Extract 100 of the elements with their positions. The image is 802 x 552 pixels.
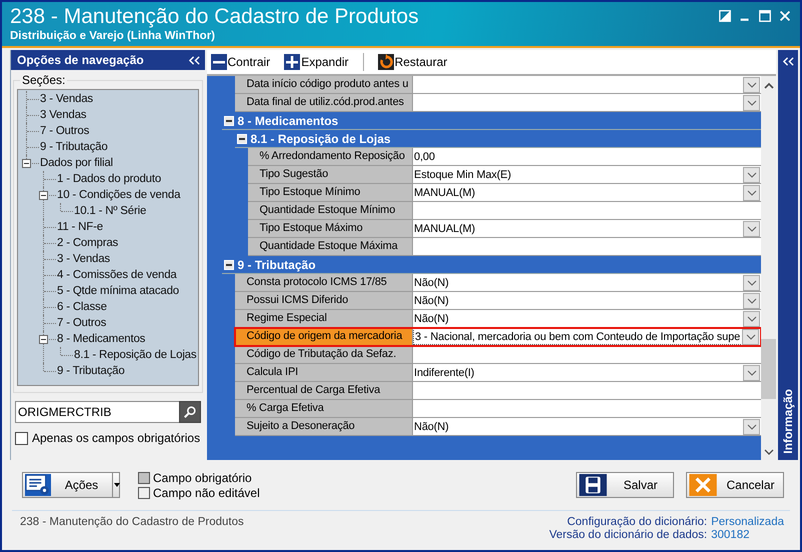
section-header[interactable]: 8 - Medicamentos (222, 112, 762, 130)
dropdown-button[interactable] (743, 418, 760, 434)
property-value[interactable]: Não(N) (413, 274, 762, 291)
tree-item[interactable]: 4 - Comissões de venda (56, 269, 177, 281)
cancel-button[interactable]: Cancelar (686, 472, 784, 498)
search-field[interactable]: ORIGMERCTRIB (15, 401, 178, 423)
tree-item[interactable]: 8 - Medicamentos (56, 333, 146, 345)
toolbar-button[interactable]: Contrair (210, 54, 270, 70)
checkbox[interactable] (15, 432, 28, 444)
property-row[interactable]: Calcula IPI Indiferente(I) (234, 364, 762, 382)
actions-button[interactable]: Ações (22, 472, 120, 498)
dropdown-button[interactable] (743, 310, 760, 326)
scroll-thumb[interactable] (761, 339, 776, 399)
property-row[interactable]: Tipo Sugestão Estoque Min Max(E) (248, 166, 762, 184)
property-value[interactable]: Não(N) (413, 310, 762, 327)
property-row[interactable]: Código de Tributação da Sefaz. (234, 346, 762, 364)
expand-left-icon[interactable] (782, 56, 795, 67)
tree-item[interactable]: 6 - Classe (56, 301, 107, 313)
dropdown-button[interactable] (743, 94, 760, 110)
property-row[interactable]: Tipo Estoque Máximo MANUAL(M) (248, 220, 762, 238)
dropdown-button[interactable] (743, 166, 760, 182)
property-label: % Carga Efetiva (234, 400, 414, 417)
property-row[interactable]: Código de origem da mercadoria 3 - Nacional, mercadoria ou bem com Conteudo de Importação supe (234, 328, 762, 346)
property-row[interactable]: % Arredondamento Reposição 0,00 (248, 148, 762, 166)
search-button[interactable] (178, 401, 200, 423)
minus-icon (210, 54, 226, 70)
property-label: Código de origem da mercadoria (234, 328, 414, 345)
dropdown-caret-icon[interactable] (112, 473, 119, 497)
save-button[interactable]: Salvar (576, 472, 674, 498)
property-value[interactable]: Não(N) (413, 292, 762, 309)
tree-item[interactable]: 3 Vendas (39, 109, 86, 121)
expander-icon[interactable] (39, 335, 48, 344)
legend-label: Campo obrigatório (153, 470, 252, 484)
expander-icon[interactable] (39, 191, 48, 200)
collapse-left-icon[interactable] (188, 54, 200, 66)
status-value: 300182 (711, 529, 750, 541)
tree-item[interactable]: Dados por filial (39, 157, 113, 169)
property-row[interactable]: Quantidade Estoque Máxima (248, 238, 762, 256)
dropdown-button[interactable] (743, 220, 760, 236)
tree-item[interactable]: 2 - Compras (56, 237, 118, 249)
dropdown-button[interactable] (743, 274, 760, 290)
info-panel[interactable]: Informação (778, 50, 798, 460)
tree-item[interactable]: 7 - Outros (56, 317, 106, 329)
property-label: Tipo Estoque Mínimo (248, 184, 414, 201)
property-value[interactable]: Indiferente(I) (413, 364, 762, 381)
property-value[interactable]: MANUAL(M) (413, 220, 762, 237)
restore-icon[interactable] (718, 9, 732, 23)
close-icon (688, 474, 718, 496)
property-value[interactable]: 0,00 (413, 148, 762, 165)
toolbar-button[interactable]: Restaurar (378, 54, 448, 70)
tree-item[interactable]: 8.1 - Reposição de Lojas (73, 349, 196, 361)
tree-item[interactable]: 5 - Qtde mínima atacado (56, 285, 179, 297)
property-row[interactable]: Percentual de Carga Efetiva (234, 382, 762, 400)
property-label: Regime Especial (234, 310, 414, 327)
tree-item[interactable]: 11 - NF-e (56, 221, 103, 233)
expander-icon[interactable] (22, 159, 31, 168)
property-label: Calcula IPI (234, 364, 414, 381)
property-row[interactable]: Possui ICMS Diferido Não(N) (234, 292, 762, 310)
property-row[interactable]: Data início código produto antes u (234, 76, 762, 94)
close-icon[interactable] (778, 9, 792, 23)
dropdown-button[interactable] (743, 292, 760, 308)
property-row[interactable]: % Carga Efetiva (234, 400, 762, 418)
chevron-down-icon (746, 172, 757, 178)
property-value[interactable]: Não(N) (413, 418, 762, 435)
undo-icon (378, 54, 394, 70)
property-row[interactable]: Sujeito a Desoneração Não(N) (234, 418, 762, 436)
tree-item[interactable]: 3 - Vendas (56, 253, 110, 265)
dropdown-button[interactable] (743, 364, 760, 380)
sections-label: Seções: (20, 73, 68, 87)
property-label: Possui ICMS Diferido (234, 292, 414, 309)
tree-item[interactable]: 9 - Tributação (39, 141, 108, 153)
property-label: Percentual de Carga Efetiva (234, 382, 414, 399)
property-value[interactable]: MANUAL(M) (413, 184, 762, 201)
property-row[interactable]: Data final de utiliz.cód.prod.antes (234, 94, 762, 112)
tree-item[interactable]: 10 - Condições de venda (56, 189, 180, 201)
property-row[interactable]: Regime Especial Não(N) (234, 310, 762, 328)
status-label: Configuração do dicionário: (566, 516, 708, 528)
tree-item[interactable]: 7 - Outros (39, 125, 90, 137)
tree-item[interactable]: 9 - Tributação (56, 365, 125, 377)
property-label: Consta protocolo ICMS 17/85 (234, 274, 414, 291)
toolbar-button[interactable]: Expandir (284, 54, 349, 70)
tree-item[interactable]: 10.1 - Nº Série (73, 205, 146, 217)
maximize-icon[interactable] (758, 9, 772, 23)
dropdown-button[interactable] (743, 184, 760, 200)
property-value[interactable]: 3 - Nacional, mercadoria ou bem com Conteudo de Importação supe (413, 328, 762, 345)
dropdown-button[interactable] (742, 328, 760, 344)
property-label: % Arredondamento Reposição (248, 148, 414, 165)
property-row[interactable]: Quantidade Estoque Mínimo (248, 202, 762, 220)
dropdown-button[interactable] (743, 76, 760, 92)
scroll-down-icon[interactable] (764, 448, 774, 456)
tree-item[interactable]: 3 - Vendas (39, 93, 93, 105)
nav-title: Opções de navegação (17, 53, 144, 67)
property-value[interactable] (413, 346, 762, 363)
property-row[interactable]: Tipo Estoque Mínimo MANUAL(M) (248, 184, 762, 202)
window-subtitle: Distribuição e Varejo (Linha WinThor) (10, 29, 216, 43)
property-row[interactable]: Consta protocolo ICMS 17/85 Não(N) (234, 274, 762, 292)
scroll-up-icon[interactable] (764, 82, 774, 90)
scrollbar[interactable] (761, 76, 776, 460)
tree-item[interactable]: 1 - Dados do produto (56, 173, 162, 185)
property-value[interactable]: Estoque Min Max(E) (413, 166, 762, 183)
